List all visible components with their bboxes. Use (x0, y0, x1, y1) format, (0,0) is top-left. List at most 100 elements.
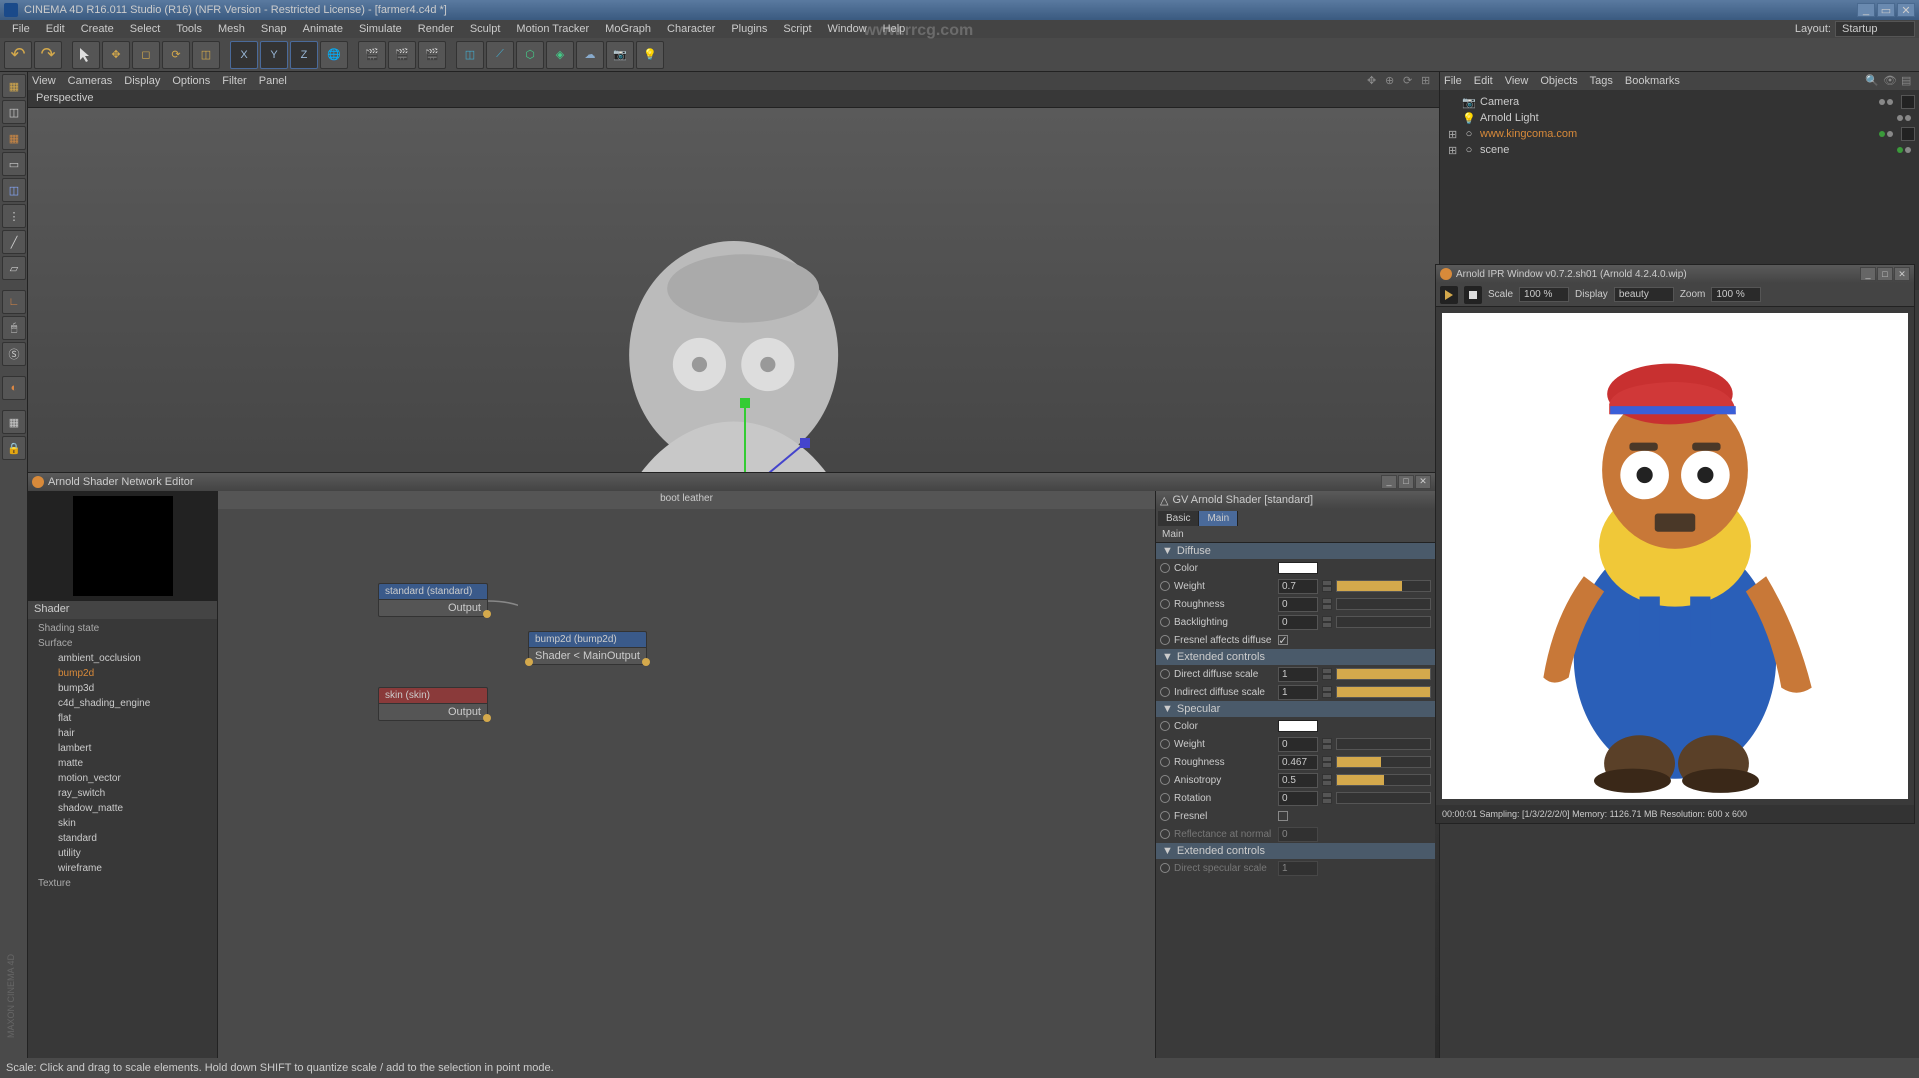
tree-header-surface[interactable]: Surface (30, 636, 215, 651)
sne-titlebar[interactable]: Arnold Shader Network Editor _ □ ✕ (28, 473, 1435, 491)
menu-render[interactable]: Render (410, 21, 462, 37)
obj-search-icon[interactable]: 🔍 (1865, 74, 1879, 88)
param-input[interactable] (1278, 597, 1318, 612)
param-radio[interactable] (1160, 721, 1170, 731)
menu-motion-tracker[interactable]: Motion Tracker (508, 21, 597, 37)
obj-eye-icon[interactable]: 👁 (1883, 74, 1897, 88)
shader-item[interactable]: c4d_shading_engine (30, 696, 215, 711)
sne-maximize-button[interactable]: □ (1398, 475, 1414, 489)
shader-item[interactable]: motion_vector (30, 771, 215, 786)
render-settings-button[interactable]: 🎬 (418, 41, 446, 69)
param-input[interactable] (1278, 791, 1318, 806)
param-slider[interactable] (1336, 616, 1431, 628)
attr-tab-main[interactable]: Main (1199, 511, 1238, 526)
obj-row-scene[interactable]: ⊞ ○ scene (1444, 142, 1915, 158)
obj-menu-objects[interactable]: Objects (1540, 75, 1577, 87)
menu-snap[interactable]: Snap (253, 21, 295, 37)
light-button[interactable]: 💡 (636, 41, 664, 69)
shader-item[interactable]: ambient_occlusion (30, 651, 215, 666)
shader-item[interactable]: hair (30, 726, 215, 741)
ipr-scale-input[interactable] (1519, 287, 1569, 302)
output-port-icon[interactable] (483, 714, 491, 722)
scale-button[interactable]: ◻ (132, 41, 160, 69)
spin-down-button[interactable] (1322, 798, 1332, 804)
rotate-button[interactable]: ⟳ (162, 41, 190, 69)
vp-menu-filter[interactable]: Filter (222, 75, 246, 87)
shader-item[interactable]: wireframe (30, 861, 215, 876)
param-radio[interactable] (1160, 617, 1170, 627)
param-input[interactable] (1278, 773, 1318, 788)
layout-dropdown[interactable]: Startup (1835, 21, 1915, 37)
ipr-display-dropdown[interactable]: beauty (1614, 287, 1674, 302)
sne-minimize-button[interactable]: _ (1381, 475, 1397, 489)
param-radio[interactable] (1160, 581, 1170, 591)
vp-rotate-icon[interactable]: ⟳ (1403, 74, 1417, 88)
vp-menu-panel[interactable]: Panel (259, 75, 287, 87)
obj-row-kingcoma[interactable]: ⊞ ○ www.kingcoma.com (1444, 126, 1915, 142)
shader-item[interactable]: flat (30, 711, 215, 726)
param-input[interactable] (1278, 685, 1318, 700)
tweak-button[interactable]: 🖱 (2, 316, 26, 340)
group-extended2[interactable]: ▼Extended controls (1156, 843, 1435, 859)
node-standard[interactable]: standard (standard) Output (378, 583, 488, 617)
menu-file[interactable]: File (4, 21, 38, 37)
param-radio[interactable] (1160, 635, 1170, 645)
param-radio[interactable] (1160, 599, 1170, 609)
texture-mode-button[interactable]: ▦ (2, 126, 26, 150)
viewport-solo-button[interactable]: ◐ (2, 376, 26, 400)
shader-item[interactable]: shadow_matte (30, 801, 215, 816)
node-graph[interactable]: boot leather standard (standard) Output … (218, 491, 1155, 1058)
param-radio[interactable] (1160, 669, 1170, 679)
node-bump2d[interactable]: bump2d (bump2d) Shader < MainOutput (528, 631, 647, 665)
undo-button[interactable]: ↶ (4, 41, 32, 69)
param-slider[interactable] (1336, 792, 1431, 804)
object-tree[interactable]: 📷 Camera 💡 Arnold Light ⊞ ○ www.kingcoma… (1440, 90, 1919, 290)
param-input[interactable] (1278, 737, 1318, 752)
last-tool-button[interactable]: ◫ (192, 41, 220, 69)
spin-down-button[interactable] (1322, 622, 1332, 628)
vp-menu-options[interactable]: Options (172, 75, 210, 87)
poly-mode-button[interactable]: ▱ (2, 256, 26, 280)
menu-create[interactable]: Create (73, 21, 122, 37)
shader-item[interactable]: utility (30, 846, 215, 861)
menu-simulate[interactable]: Simulate (351, 21, 410, 37)
obj-row-camera[interactable]: 📷 Camera (1444, 94, 1915, 110)
generator-button[interactable]: ⬡ (516, 41, 544, 69)
ipr-zoom-input[interactable] (1711, 287, 1761, 302)
menu-character[interactable]: Character (659, 21, 723, 37)
shader-item[interactable]: bump3d (30, 681, 215, 696)
menu-script[interactable]: Script (775, 21, 819, 37)
node-output-port[interactable]: Output (448, 602, 481, 614)
shader-item[interactable]: lambert (30, 741, 215, 756)
menu-sculpt[interactable]: Sculpt (462, 21, 509, 37)
obj-menu-bookmarks[interactable]: Bookmarks (1625, 75, 1680, 87)
tree-header-shading[interactable]: Shading state (30, 621, 215, 636)
param-radio[interactable] (1160, 687, 1170, 697)
redo-button[interactable]: ↷ (34, 41, 62, 69)
obj-menu-file[interactable]: File (1444, 75, 1462, 87)
coord-system-button[interactable]: 🌐 (320, 41, 348, 69)
render-dot[interactable] (1905, 115, 1911, 121)
spline-button[interactable]: ⟋ (486, 41, 514, 69)
render-dot[interactable] (1887, 99, 1893, 105)
spin-down-button[interactable] (1322, 692, 1332, 698)
obj-menu-edit[interactable]: Edit (1474, 75, 1493, 87)
ipr-minimize-button[interactable]: _ (1860, 267, 1876, 281)
ipr-maximize-button[interactable]: □ (1877, 267, 1893, 281)
menu-select[interactable]: Select (122, 21, 169, 37)
ipr-render-view[interactable] (1442, 313, 1908, 799)
param-slider[interactable] (1336, 774, 1431, 786)
obj-row-light[interactable]: 💡 Arnold Light (1444, 110, 1915, 126)
param-input[interactable] (1278, 579, 1318, 594)
shader-item[interactable]: skin (30, 816, 215, 831)
menu-animate[interactable]: Animate (295, 21, 351, 37)
shader-item-selected[interactable]: bump2d (30, 666, 215, 681)
color-swatch[interactable] (1278, 720, 1318, 732)
obj-tag[interactable] (1901, 127, 1915, 141)
workplane-button[interactable]: ▭ (2, 152, 26, 176)
y-axis-button[interactable]: Y (260, 41, 288, 69)
param-checkbox[interactable] (1278, 811, 1288, 821)
x-axis-button[interactable]: X (230, 41, 258, 69)
spin-down-button[interactable] (1322, 674, 1332, 680)
output-port-icon[interactable] (642, 658, 650, 666)
